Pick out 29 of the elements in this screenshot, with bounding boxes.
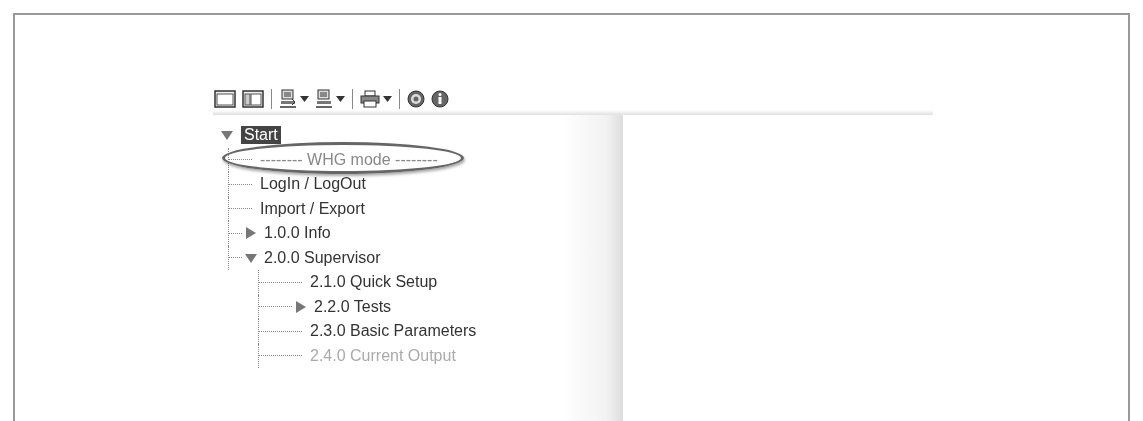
split-window-icon (242, 89, 264, 109)
tree-item[interactable]: Start (241, 126, 281, 145)
toolbar-button[interactable] (278, 88, 310, 110)
expanded-arrow-icon[interactable] (221, 129, 233, 142)
tree-item[interactable]: Import / Export (257, 199, 368, 218)
toolbar-button[interactable] (359, 89, 393, 109)
caret-icon (300, 96, 309, 102)
collapsed-arrow-icon[interactable] (245, 227, 257, 240)
tree-item[interactable]: 2.1.0 Quick Setup (307, 273, 441, 292)
computer-icon (315, 89, 333, 109)
printer-icon (360, 90, 380, 108)
window-icon (214, 89, 236, 109)
tree-item[interactable]: 2.3.0 Basic Parameters (307, 322, 480, 341)
tree-item[interactable]: LogIn / LogOut (257, 175, 369, 194)
computer-icon (279, 89, 297, 109)
help-icon (407, 90, 425, 108)
tree-item[interactable]: 2.0.0 Supervisor (261, 248, 384, 267)
toolbar-button[interactable] (314, 88, 346, 110)
expanded-arrow-icon[interactable] (245, 251, 257, 264)
toolbar-button[interactable] (213, 88, 237, 110)
collapsed-arrow-icon[interactable] (295, 300, 307, 313)
info-icon (431, 90, 449, 108)
toolbar-button[interactable] (430, 89, 450, 109)
caret-icon (336, 96, 345, 102)
caret-icon (383, 96, 392, 102)
toolbar-button[interactable] (406, 89, 426, 109)
tree-item[interactable]: 1.0.0 Info (261, 224, 334, 243)
tree-item[interactable]: 2.2.0 Tests (311, 297, 395, 316)
toolbar-button[interactable] (241, 88, 265, 110)
